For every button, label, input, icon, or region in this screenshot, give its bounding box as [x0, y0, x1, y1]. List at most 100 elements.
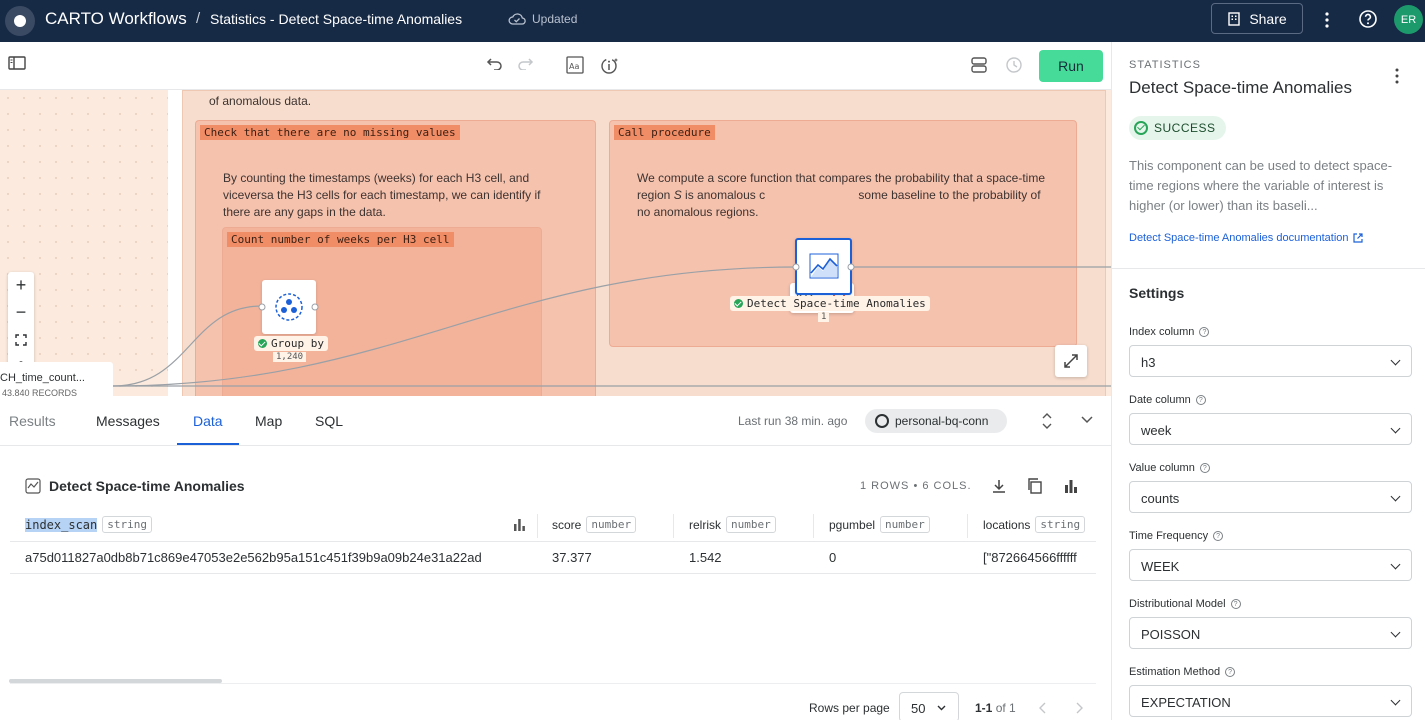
column-header-score[interactable]: score number	[552, 516, 637, 533]
workflow-name[interactable]: Statistics - Detect Space-time Anomalies	[210, 11, 462, 27]
component-title: Detect Space-time Anomalies	[1129, 78, 1352, 97]
time-frequency-select[interactable]: WEEK	[1129, 549, 1412, 581]
column-name: score	[552, 517, 582, 532]
fullscreen-button[interactable]	[1055, 345, 1087, 377]
collapse-panel-icon[interactable]	[1081, 416, 1093, 424]
tab-sql[interactable]: SQL	[315, 413, 343, 429]
bigquery-icon	[875, 414, 889, 428]
component-category: STATISTICS	[1129, 59, 1201, 71]
column-header-index-scan[interactable]: index_scan string	[25, 516, 152, 533]
undo-icon[interactable]	[485, 56, 505, 76]
groupby-node[interactable]	[262, 280, 316, 334]
history-icon[interactable]	[1005, 56, 1025, 76]
chevron-down-icon	[1390, 491, 1401, 502]
index-column-label: Index column?	[1129, 326, 1210, 338]
table-cell[interactable]: 0	[829, 550, 836, 565]
data-header: Detect Space-time Anomalies	[25, 478, 245, 494]
output-port-icon[interactable]	[847, 263, 855, 271]
column-header-pgumbel[interactable]: pgumbel number	[829, 516, 930, 533]
date-column-label: Date column?	[1129, 394, 1206, 406]
storage-icon[interactable]	[970, 56, 990, 76]
help-icon[interactable]: ?	[1199, 327, 1210, 337]
rows-per-page-label: Rows per page	[809, 701, 890, 715]
help-icon[interactable]	[1358, 9, 1378, 29]
tab-messages[interactable]: Messages	[96, 413, 160, 429]
copy-icon[interactable]	[1027, 478, 1043, 494]
value-column-select[interactable]: counts	[1129, 481, 1412, 513]
help-icon[interactable]: ?	[1199, 463, 1210, 473]
table-cell[interactable]: 1.542	[689, 550, 722, 565]
prev-page-icon[interactable]	[1039, 702, 1047, 714]
help-icon[interactable]: ?	[1230, 599, 1241, 609]
redo-icon[interactable]	[517, 56, 537, 76]
toggle-sidebar-icon[interactable]	[8, 56, 28, 76]
rows-per-page-value: 50	[911, 701, 926, 716]
share-button[interactable]: Share	[1211, 3, 1303, 34]
column-stats-icon[interactable]	[513, 518, 526, 531]
canvas-toolbar: Aa Run	[0, 42, 1111, 90]
pagination-range: 1-1 of 1	[975, 701, 1016, 715]
settings-title: Settings	[1129, 285, 1185, 301]
text-annotation-icon[interactable]: Aa	[566, 56, 586, 76]
workflow-canvas[interactable]: of anomalous data. Check that there are …	[0, 90, 1111, 396]
column-type: number	[586, 516, 637, 533]
run-button[interactable]: Run	[1039, 50, 1103, 82]
column-divider[interactable]	[813, 514, 814, 538]
app-title[interactable]: CARTO Workflows	[45, 9, 187, 29]
table-cell[interactable]: a75d011827a0db8b71c869e47053e2e562b95a15…	[25, 550, 482, 565]
column-type: string	[1035, 516, 1086, 533]
user-avatar[interactable]: ER	[1394, 5, 1423, 34]
field-label-text: Index column	[1129, 326, 1195, 338]
bar-chart-icon[interactable]	[1063, 478, 1079, 494]
column-divider[interactable]	[537, 514, 538, 538]
tab-map[interactable]: Map	[255, 413, 282, 429]
smart-info-icon[interactable]	[600, 56, 620, 76]
expand-icon	[1064, 354, 1078, 368]
field-value: week	[1141, 423, 1172, 438]
column-header-locations[interactable]: locations string	[983, 516, 1086, 533]
source-node[interactable]: CH_time_count... 43,840 RECORDS	[0, 362, 113, 396]
source-node-records: 43,840 RECORDS	[2, 388, 78, 396]
group-by-icon	[275, 293, 303, 321]
estimation-method-select[interactable]: EXPECTATION	[1129, 685, 1412, 717]
component-more-icon[interactable]	[1394, 68, 1400, 84]
field-value: POISSON	[1141, 627, 1201, 642]
input-port-icon[interactable]	[792, 263, 800, 271]
table-cell[interactable]: 37.377	[552, 550, 592, 565]
download-icon[interactable]	[991, 478, 1007, 494]
zoom-out-icon[interactable]: −	[8, 299, 34, 326]
panel-divider	[1112, 268, 1425, 269]
date-column-select[interactable]: week	[1129, 413, 1412, 445]
top-bar: CARTO Workflows / Statistics - Detect Sp…	[0, 0, 1425, 42]
column-header-relrisk[interactable]: relrisk number	[689, 516, 776, 533]
fit-view-icon[interactable]	[8, 326, 34, 353]
next-page-icon[interactable]	[1075, 702, 1083, 714]
tab-data[interactable]: Data	[193, 413, 223, 429]
carto-logo-icon[interactable]	[5, 6, 35, 36]
distributional-model-select[interactable]: POISSON	[1129, 617, 1412, 649]
column-divider[interactable]	[967, 514, 968, 538]
component-icon	[25, 478, 41, 494]
zoom-in-icon[interactable]: +	[8, 272, 34, 299]
index-column-select[interactable]: h3	[1129, 345, 1412, 377]
resize-panel-icon[interactable]	[1041, 412, 1053, 430]
rows-per-page-select[interactable]: 50	[899, 692, 959, 720]
column-divider[interactable]	[673, 514, 674, 538]
table-cell[interactable]: ["872664566ffffff	[983, 550, 1096, 565]
anomalies-node[interactable]	[795, 238, 852, 295]
more-options-icon[interactable]	[1320, 9, 1334, 31]
save-status: Updated	[508, 12, 577, 26]
last-run-status: Last run 38 min. ago	[738, 414, 848, 428]
field-label-text: Time Frequency	[1129, 530, 1209, 542]
connection-chip[interactable]: personal-bq-conn	[865, 409, 1007, 433]
distributional-model-label: Distributional Model?	[1129, 598, 1241, 610]
help-icon[interactable]: ?	[1225, 667, 1236, 677]
pagination-total: of 1	[995, 701, 1016, 715]
documentation-link[interactable]: Detect Space-time Anomalies documentatio…	[1129, 232, 1363, 244]
help-icon[interactable]: ?	[1213, 531, 1224, 541]
success-check-icon	[1134, 121, 1148, 135]
output-port-icon[interactable]	[311, 303, 319, 311]
tab-results[interactable]: Results	[9, 413, 56, 429]
input-port-icon[interactable]	[258, 303, 266, 311]
help-icon[interactable]: ?	[1195, 395, 1206, 405]
